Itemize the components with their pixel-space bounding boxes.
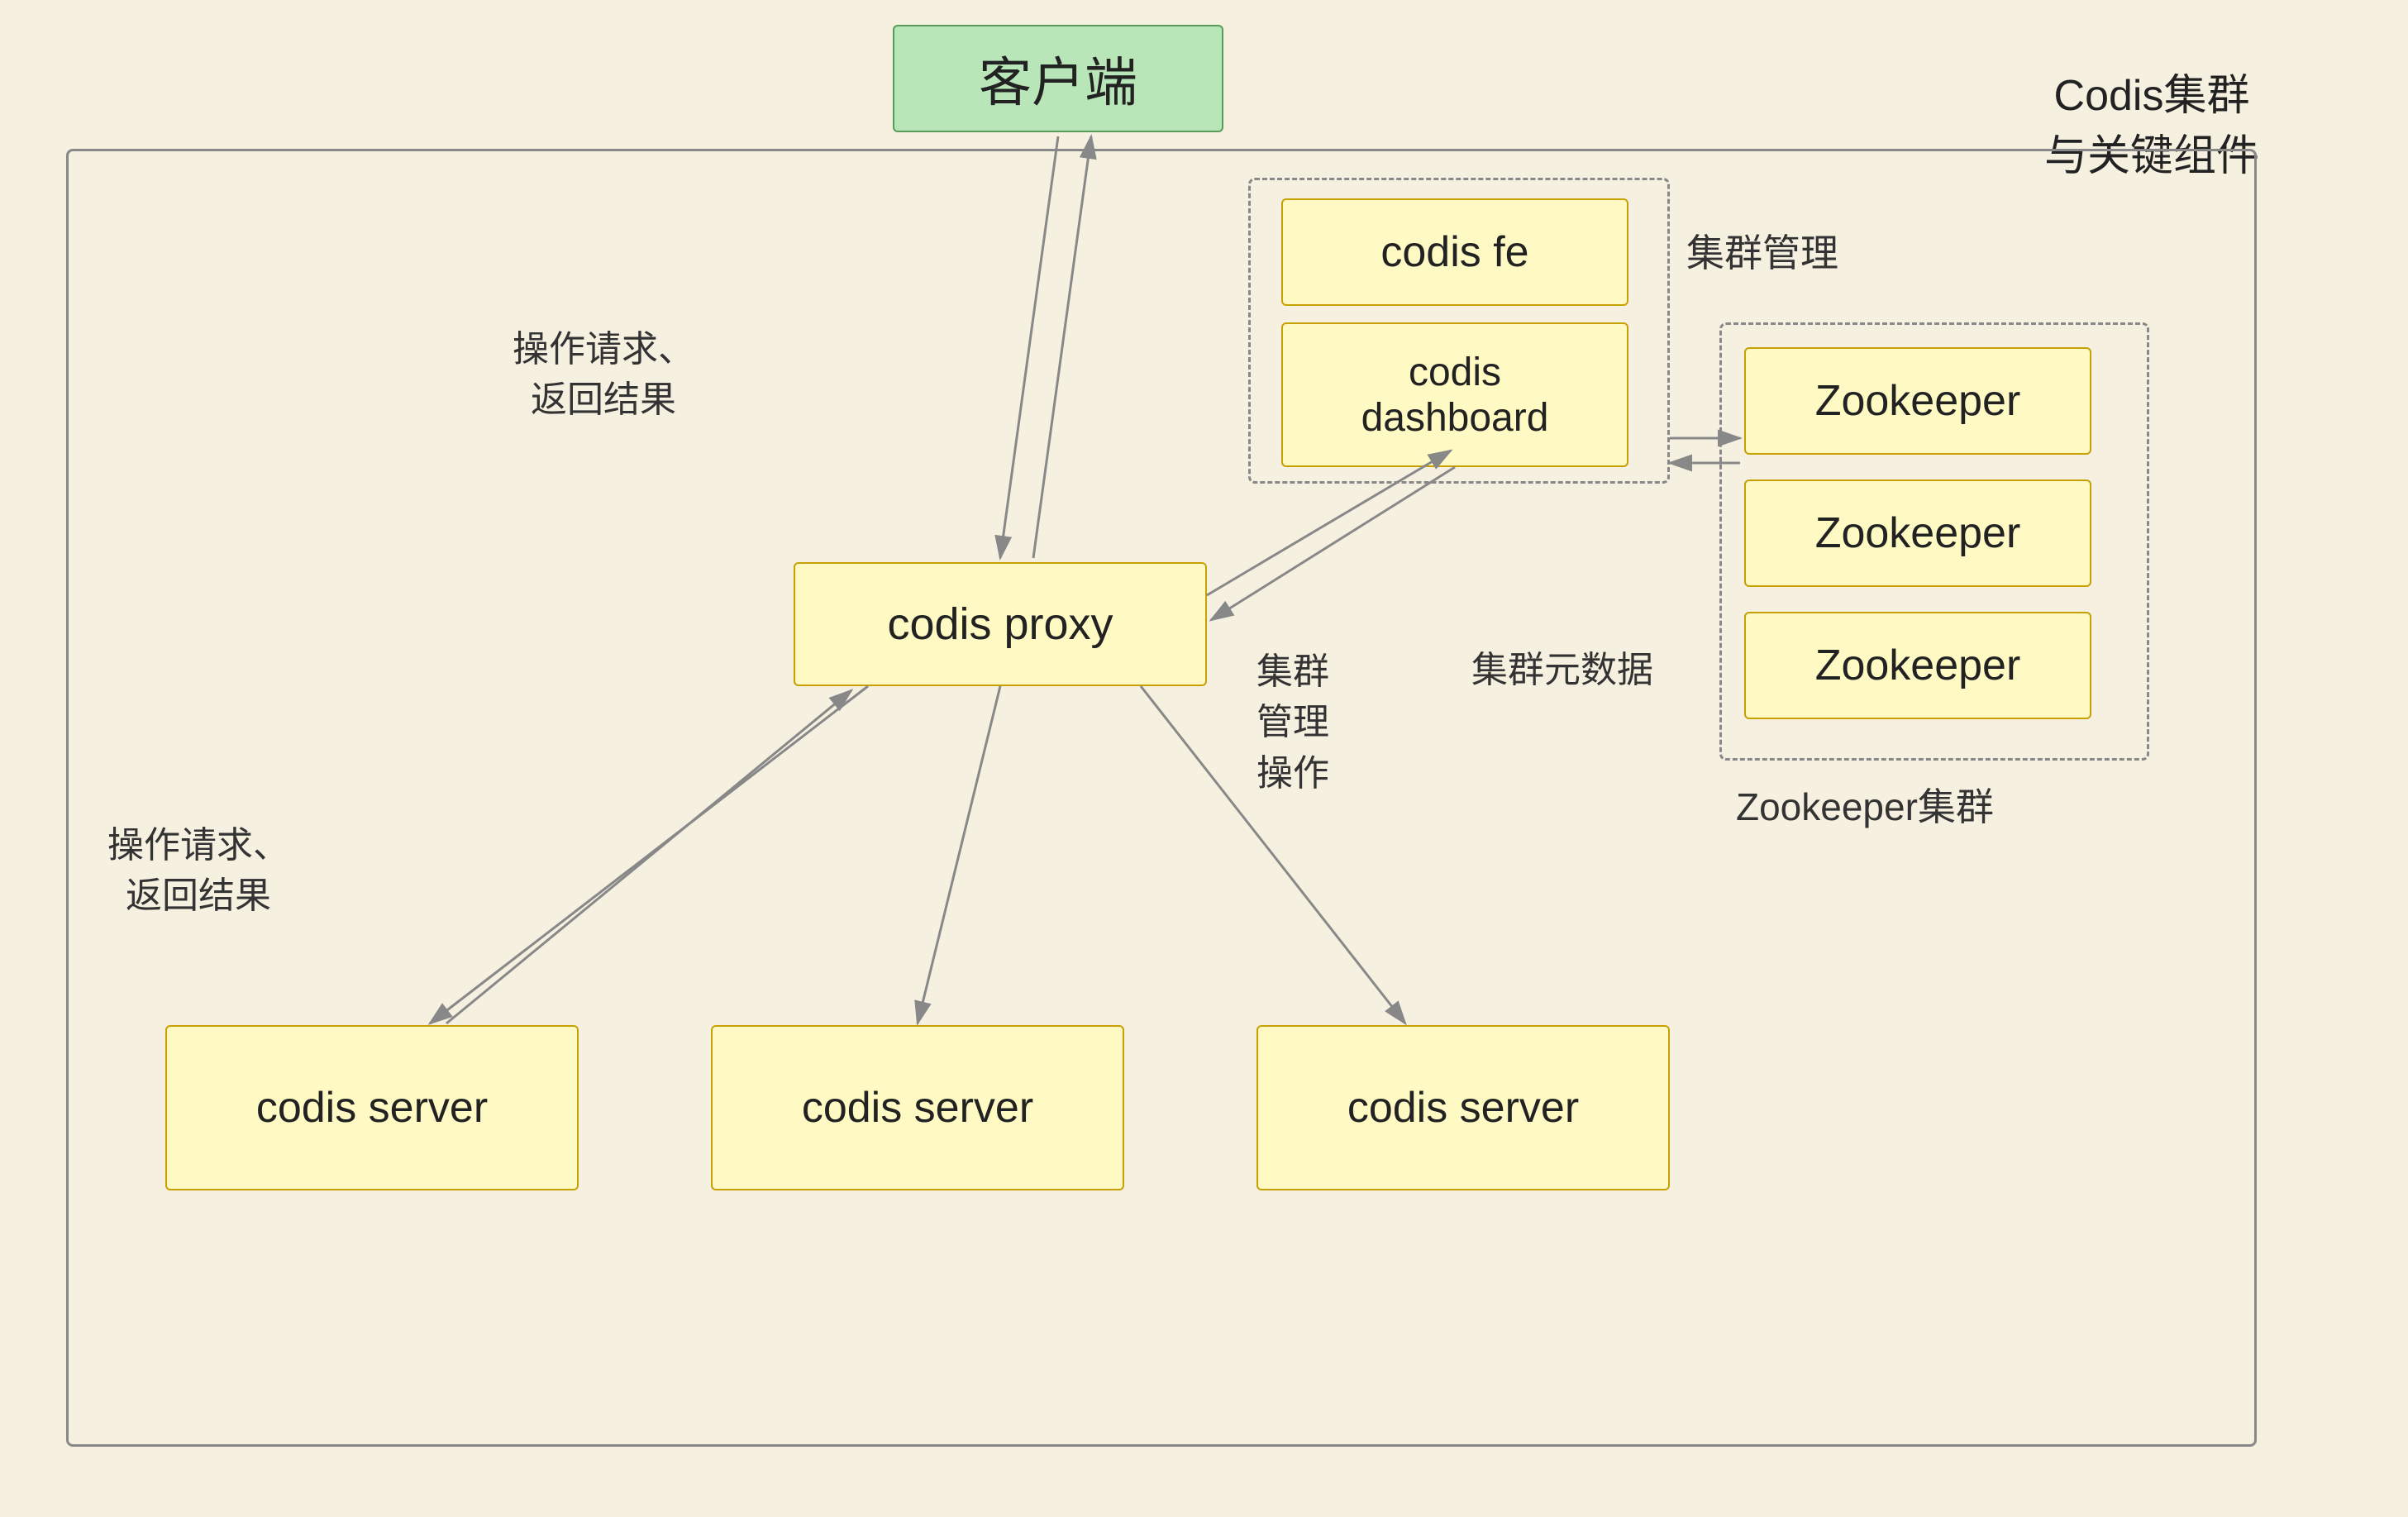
client-box: 客户端 — [893, 25, 1223, 132]
codis-fe-box: codis fe — [1281, 198, 1628, 306]
codis-dashboard-box: codis dashboard — [1281, 322, 1628, 467]
zookeeper1-box: Zookeeper — [1744, 347, 2091, 455]
cluster-metadata-label: 集群元数据 — [1471, 645, 1653, 696]
diagram: Codis集群 与关键组件 客户端 codis fe codis dashboa… — [0, 0, 2408, 1517]
codis-server1-box: codis server — [165, 1025, 579, 1190]
top-request-label: 操作请求、 返回结果 — [513, 273, 694, 426]
cluster-manage-op-label: 集群 管理 操作 — [1256, 595, 1329, 799]
zookeeper-cluster-label: Zookeeper集群 — [1736, 777, 1994, 832]
zookeeper2-box: Zookeeper — [1744, 479, 2091, 587]
codis-server3-box: codis server — [1256, 1025, 1670, 1190]
cluster-manage-label: 集群管理 — [1686, 223, 1838, 278]
codis-server2-box: codis server — [711, 1025, 1124, 1190]
bottom-request-label: 操作请求、 返回结果 — [107, 769, 289, 922]
codis-proxy-box: codis proxy — [794, 562, 1207, 686]
zookeeper3-box: Zookeeper — [1744, 612, 2091, 719]
